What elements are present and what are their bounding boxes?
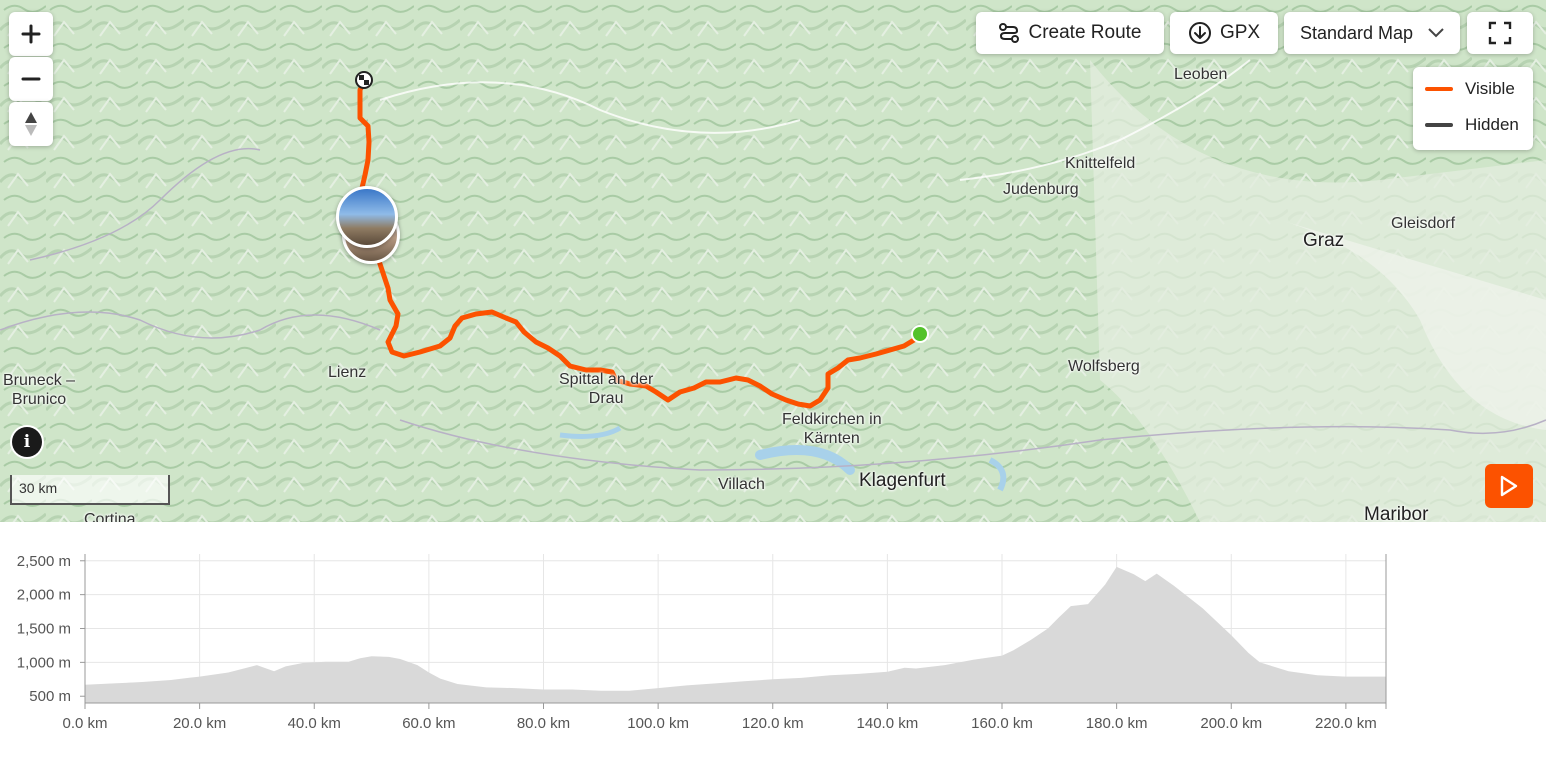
place-lienz: Lienz (328, 364, 367, 381)
gpx-button[interactable]: GPX (1170, 12, 1278, 54)
y-tick-label: 1,000 m (17, 654, 71, 671)
x-tick-label: 80.0 km (517, 715, 570, 732)
plus-icon (21, 24, 41, 44)
x-tick-label: 100.0 km (627, 715, 689, 732)
elevation-fill (85, 566, 1386, 703)
elevation-profile-chart[interactable]: 2,500 m 2,000 m 1,500 m 1,000 m 500 m 0.0 km… (0, 522, 1546, 760)
legend-item-hidden[interactable]: Hidden (1425, 115, 1519, 135)
place-spittal: Spittal an der Drau (559, 371, 654, 407)
map-view[interactable]: Leoben Knittelfeld Judenburg Graz Gleisd… (0, 0, 1546, 522)
map-style-select[interactable]: Standard Map (1284, 12, 1460, 54)
x-tick-label: 20.0 km (173, 715, 226, 732)
place-feldkirchen: Feldkirchen in Kärnten (782, 411, 882, 447)
download-icon (1188, 22, 1211, 44)
info-button[interactable]: i (12, 427, 42, 457)
compass-button[interactable] (9, 102, 53, 146)
place-judenburg: Judenburg (1003, 181, 1079, 198)
zoom-out-button[interactable] (9, 57, 53, 101)
place-knittelfeld: Knittelfeld (1065, 155, 1136, 172)
route-line[interactable] (357, 79, 925, 409)
create-route-label: Create Route (1028, 22, 1142, 43)
finish-flag-icon[interactable] (355, 71, 373, 89)
place-bruneck: Bruneck – Brunico (3, 372, 76, 408)
x-tick-label: 140.0 km (857, 715, 919, 732)
legend-label-visible: Visible (1465, 79, 1515, 98)
x-tick-label: 120.0 km (742, 715, 804, 732)
place-gleisdorf: Gleisdorf (1391, 215, 1456, 232)
x-tick-label: 60.0 km (402, 715, 455, 732)
play-flyover-button[interactable] (1485, 464, 1533, 508)
minus-icon (21, 77, 41, 81)
route-layer (355, 71, 929, 409)
place-leoben: Leoben (1174, 66, 1228, 83)
x-tick-label: 200.0 km (1200, 715, 1262, 732)
start-marker[interactable] (911, 325, 929, 343)
elevation-area (85, 566, 1386, 703)
route-icon (999, 23, 1020, 43)
y-tick-label: 1,500 m (17, 621, 71, 638)
fullscreen-button[interactable] (1467, 12, 1533, 54)
scale-bar: 30 km (10, 475, 170, 505)
place-villach: Villach (718, 476, 765, 493)
map-style-label: Standard Map (1300, 22, 1414, 43)
legend-label-hidden: Hidden (1465, 115, 1519, 134)
gpx-label: GPX (1219, 22, 1261, 43)
place-graz: Graz (1303, 230, 1345, 251)
x-tick-label: 0.0 km (62, 715, 107, 732)
x-tick-label: 220.0 km (1315, 715, 1377, 732)
fullscreen-icon (1488, 21, 1512, 45)
zoom-in-button[interactable] (9, 12, 53, 56)
x-tick-label: 180.0 km (1086, 715, 1148, 732)
place-maribor: Maribor (1364, 504, 1429, 522)
x-tick-label: 160.0 km (971, 715, 1033, 732)
legend-swatch-visible (1425, 87, 1453, 91)
legend-swatch-hidden (1425, 123, 1453, 127)
y-axis: 2,500 m 2,000 m 1,500 m 1,000 m 500 m (17, 553, 86, 705)
y-tick-label: 500 m (29, 688, 71, 705)
compass-icon (25, 112, 37, 136)
info-icon: i (23, 432, 31, 452)
play-icon (1500, 475, 1518, 497)
create-route-button[interactable]: Create Route (976, 12, 1164, 54)
chevron-down-icon (1428, 28, 1444, 38)
x-tick-label: 40.0 km (288, 715, 341, 732)
photo-thumbnail[interactable] (336, 186, 398, 248)
scale-label: 30 km (19, 480, 58, 496)
y-tick-label: 2,000 m (17, 587, 71, 604)
y-tick-label: 2,500 m (17, 553, 71, 570)
place-cortina: Cortina (84, 511, 136, 522)
place-klagenfurt: Klagenfurt (859, 470, 946, 491)
legend-item-visible[interactable]: Visible (1425, 79, 1515, 99)
place-wolfsberg: Wolfsberg (1068, 358, 1140, 375)
route-legend: Visible Hidden (1413, 67, 1533, 150)
